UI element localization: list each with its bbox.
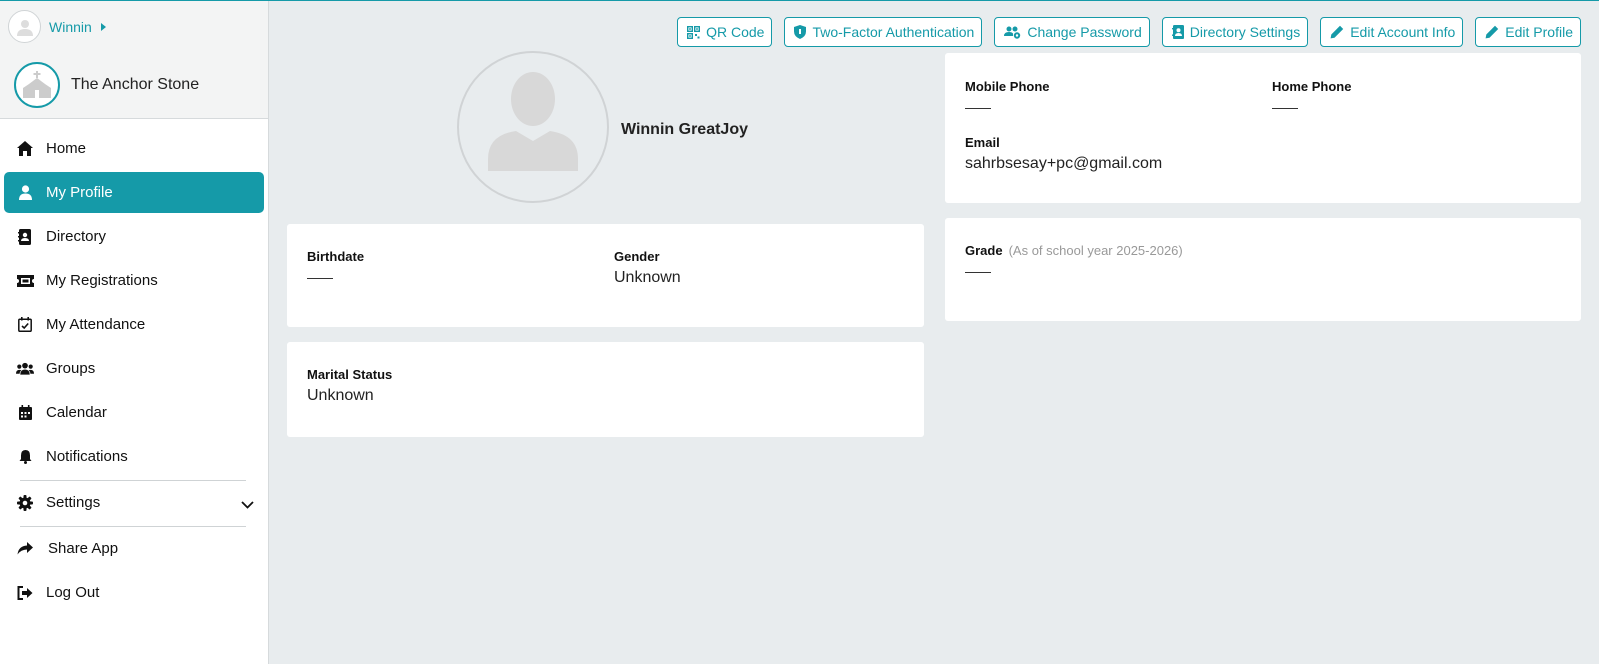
birthdate-field: Birthdate bbox=[307, 249, 364, 279]
marital-status-value: Unknown bbox=[307, 387, 374, 404]
user-avatar bbox=[8, 10, 41, 43]
sidebar-item-log-out[interactable]: Log Out bbox=[4, 572, 264, 613]
sidebar-item-label: Share App bbox=[48, 540, 119, 557]
directory-settings-label: Directory Settings bbox=[1189, 24, 1301, 40]
profile-toolbar: QR Code Two-Factor Authentication Change… bbox=[677, 17, 1581, 47]
home-icon bbox=[16, 140, 34, 158]
change-password-label: Change Password bbox=[1027, 24, 1142, 40]
edit-account-info-label: Edit Account Info bbox=[1350, 24, 1456, 40]
user-menu[interactable]: Winnin bbox=[8, 10, 106, 43]
gender-value: Unknown bbox=[614, 269, 681, 286]
church-logo bbox=[14, 62, 60, 108]
church-info: The Anchor Stone bbox=[14, 62, 199, 108]
calendar-check-icon bbox=[16, 316, 34, 334]
users-cog-icon bbox=[1004, 26, 1021, 39]
church-name: The Anchor Stone bbox=[71, 76, 200, 93]
grade-field: Grade (As of school year 2025-2026) bbox=[965, 243, 1183, 273]
sidebar-item-share-app[interactable]: Share App bbox=[4, 528, 264, 569]
sidebar-item-label: Calendar bbox=[46, 404, 107, 421]
gender-field: Gender Unknown bbox=[614, 249, 681, 287]
directory-settings-button[interactable]: Directory Settings bbox=[1161, 17, 1309, 47]
sidebar-item-my-registrations[interactable]: My Registrations bbox=[4, 260, 264, 301]
sidebar-item-my-profile[interactable]: My Profile bbox=[4, 172, 264, 213]
empty-value-dash bbox=[307, 278, 333, 279]
sidebar-item-label: Groups bbox=[46, 360, 96, 377]
grade-card: Grade (As of school year 2025-2026) bbox=[945, 218, 1581, 321]
sign-out-icon bbox=[16, 584, 34, 602]
edit-profile-label: Edit Profile bbox=[1505, 24, 1573, 40]
sidebar-item-calendar[interactable]: Calendar bbox=[4, 392, 264, 433]
sidebar-item-label: My Profile bbox=[46, 184, 113, 201]
sidebar-item-label: My Registrations bbox=[46, 272, 158, 289]
sidebar-item-home[interactable]: Home bbox=[4, 128, 264, 169]
contact-info-card: Mobile Phone Home Phone Email sahrbsesay… bbox=[945, 53, 1581, 203]
gear-icon bbox=[16, 494, 34, 512]
field-label: Grade bbox=[965, 243, 1003, 258]
profile-name: Winnin GreatJoy bbox=[621, 121, 748, 138]
empty-value-dash bbox=[965, 108, 991, 109]
two-factor-label: Two-Factor Authentication bbox=[812, 24, 975, 40]
field-label: Birthdate bbox=[307, 249, 365, 264]
nav-divider bbox=[20, 526, 246, 527]
qr-code-icon bbox=[687, 25, 701, 39]
main-content: QR Code Two-Factor Authentication Change… bbox=[269, 1, 1599, 664]
edit-profile-button[interactable]: Edit Profile bbox=[1475, 17, 1581, 47]
qr-code-button[interactable]: QR Code bbox=[677, 17, 773, 47]
bell-icon bbox=[16, 448, 34, 466]
sidebar-item-label: My Attendance bbox=[46, 316, 146, 333]
marital-status-card: Marital Status Unknown bbox=[287, 342, 924, 437]
address-book-icon bbox=[1171, 25, 1184, 39]
empty-value-dash bbox=[965, 272, 991, 273]
nav-divider bbox=[20, 480, 246, 481]
sidebar-nav: Home My Profile Directory My Registratio… bbox=[0, 128, 268, 616]
field-label: Gender bbox=[614, 249, 660, 264]
pencil-icon bbox=[1485, 25, 1499, 39]
share-icon bbox=[16, 540, 34, 558]
users-group-icon bbox=[16, 360, 34, 378]
person-silhouette-icon bbox=[488, 72, 578, 171]
calendar-icon bbox=[16, 404, 34, 422]
profile-photo[interactable] bbox=[457, 51, 609, 203]
sidebar-item-label: Settings bbox=[46, 494, 101, 511]
sidebar-header: Winnin The Anchor Stone bbox=[0, 1, 268, 119]
home-phone-field: Home Phone bbox=[1272, 79, 1351, 109]
person-silhouette-icon bbox=[16, 19, 33, 36]
caret-right-icon bbox=[100, 22, 106, 31]
church-icon bbox=[23, 71, 51, 98]
edit-account-info-button[interactable]: Edit Account Info bbox=[1320, 17, 1464, 47]
ticket-icon bbox=[16, 272, 34, 290]
user-name: Winnin bbox=[49, 18, 92, 35]
field-label: Mobile Phone bbox=[965, 79, 1050, 94]
mobile-phone-field: Mobile Phone bbox=[965, 79, 1050, 109]
sidebar-item-settings[interactable]: Settings bbox=[4, 482, 264, 523]
marital-status-field: Marital Status Unknown bbox=[307, 367, 392, 405]
field-label: Home Phone bbox=[1272, 79, 1352, 94]
sidebar-item-groups[interactable]: Groups bbox=[4, 348, 264, 389]
personal-info-card: Birthdate Gender Unknown bbox=[287, 224, 924, 327]
field-label: Email bbox=[965, 135, 1000, 150]
email-value[interactable]: sahrbsesay+pc@gmail.com bbox=[965, 155, 1162, 173]
sidebar-item-label: Directory bbox=[46, 228, 107, 245]
address-book-icon bbox=[16, 228, 34, 246]
email-field: Email sahrbsesay+pc@gmail.com bbox=[965, 135, 1162, 173]
pencil-icon bbox=[1330, 25, 1344, 39]
sidebar-item-notifications[interactable]: Notifications bbox=[4, 436, 264, 477]
chevron-down-icon bbox=[241, 496, 254, 513]
shield-icon bbox=[794, 25, 807, 39]
sidebar-item-directory[interactable]: Directory bbox=[4, 216, 264, 257]
sidebar-item-label: Log Out bbox=[46, 584, 100, 601]
sidebar: Winnin The Anchor Stone Home My Profile bbox=[0, 1, 269, 664]
school-year-note: (As of school year 2025-2026) bbox=[1008, 243, 1183, 258]
user-icon bbox=[16, 184, 34, 202]
field-label: Marital Status bbox=[307, 367, 393, 382]
sidebar-item-my-attendance[interactable]: My Attendance bbox=[4, 304, 264, 345]
two-factor-button[interactable]: Two-Factor Authentication bbox=[784, 17, 983, 47]
empty-value-dash bbox=[1272, 108, 1298, 109]
change-password-button[interactable]: Change Password bbox=[994, 17, 1150, 47]
sidebar-item-label: Notifications bbox=[46, 448, 128, 465]
qr-code-label: QR Code bbox=[706, 24, 765, 40]
sidebar-item-label: Home bbox=[46, 140, 87, 157]
